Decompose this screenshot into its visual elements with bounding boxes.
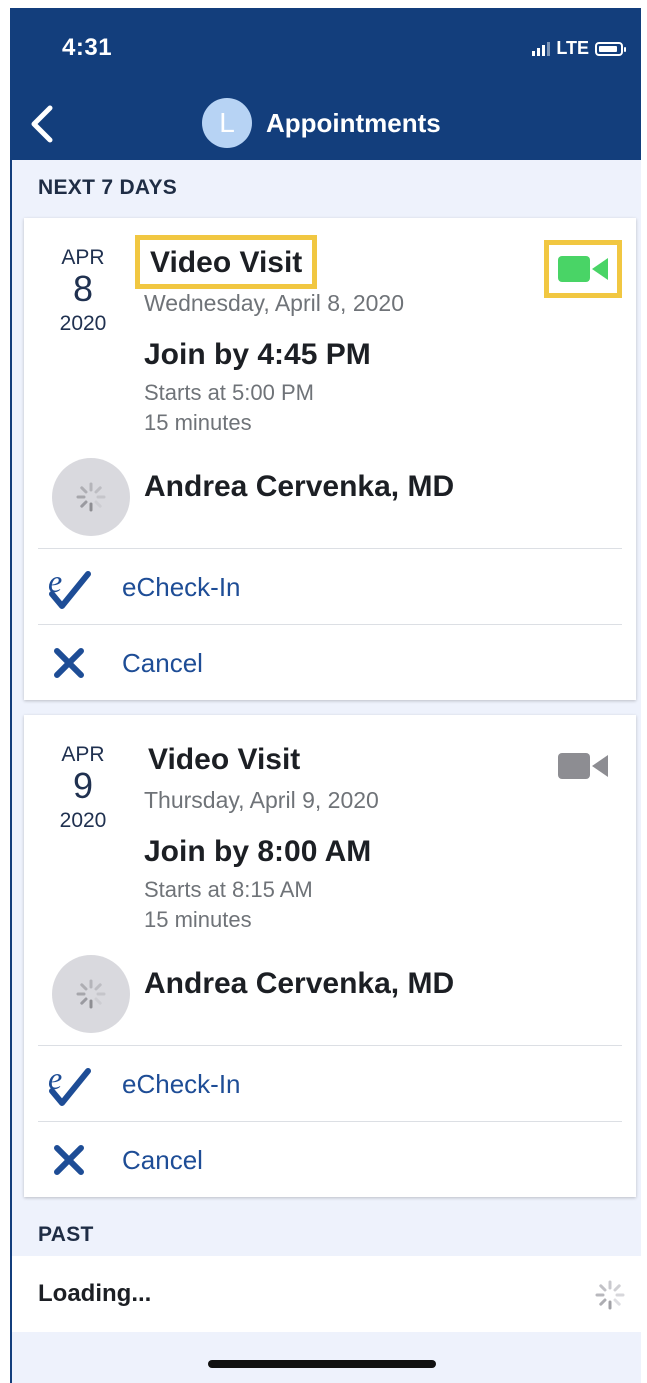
appointment-card[interactable]: APR 9 2020 Video Visit Thursday, April 9…: [24, 715, 636, 1197]
provider-name: Andrea Cervenka, MD: [144, 470, 455, 503]
date-day: 9: [72, 765, 94, 806]
provider-name: Andrea Cervenka, MD: [144, 967, 455, 1000]
loading-text: Loading...: [38, 1280, 152, 1307]
appointment-date: APR 9 2020: [50, 743, 116, 833]
date-month: APR: [61, 743, 105, 766]
loading-spinner-icon: [76, 979, 106, 1009]
video-camera-icon: [558, 256, 608, 282]
appointment-title: Video Visit: [134, 235, 318, 289]
echeckin-label: eCheck-In: [122, 571, 241, 602]
start-time: Starts at 5:00 PM: [144, 380, 314, 405]
app-screen: 4:31 LTE L Appointments NEXT 7 DAYS APR …: [10, 8, 641, 1383]
appointment-full-date: Wednesday, April 8, 2020: [144, 290, 404, 316]
provider-avatar: [52, 458, 130, 536]
provider-avatar: [52, 955, 130, 1033]
section-label-past: PAST: [38, 1223, 94, 1246]
date-month: APR: [61, 246, 105, 269]
echeckin-icon: e: [38, 562, 100, 612]
page-title-text: Appointments: [266, 107, 441, 138]
echeckin-label: eCheck-In: [122, 1068, 241, 1099]
page-title: L Appointments: [202, 98, 441, 148]
header-bar: 4:31 LTE L Appointments: [12, 8, 641, 160]
avatar[interactable]: L: [202, 98, 252, 148]
cancel-button[interactable]: Cancel: [38, 1121, 622, 1198]
home-indicator[interactable]: [208, 1360, 436, 1368]
join-by-time: Join by 4:45 PM: [144, 338, 371, 371]
loading-spinner-icon: [595, 1280, 625, 1310]
duration: 15 minutes: [144, 907, 252, 932]
join-by-time: Join by 8:00 AM: [144, 835, 372, 868]
echeckin-icon: e: [38, 1059, 100, 1109]
date-year: 2020: [59, 312, 107, 335]
echeckin-button[interactable]: e eCheck-In: [38, 548, 622, 625]
cancel-label: Cancel: [122, 1144, 203, 1175]
cancel-button[interactable]: Cancel: [38, 624, 622, 701]
echeckin-button[interactable]: e eCheck-In: [38, 1045, 622, 1122]
appointment-full-date: Thursday, April 9, 2020: [144, 787, 379, 813]
battery-icon: [595, 41, 626, 56]
appointment-title: Video Visit: [148, 743, 301, 776]
network-label: LTE: [556, 38, 589, 58]
cancel-label: Cancel: [122, 647, 203, 678]
video-camera-icon: [558, 753, 608, 779]
start-time: Starts at 8:15 AM: [144, 877, 313, 902]
past-appointments-row: Loading...: [12, 1256, 641, 1332]
close-icon: [38, 638, 100, 688]
back-button[interactable]: [26, 104, 62, 144]
section-label-next-7-days: NEXT 7 DAYS: [38, 176, 178, 199]
chevron-left-icon: [31, 105, 53, 143]
date-year: 2020: [59, 809, 107, 832]
video-call-button[interactable]: [544, 737, 622, 795]
loading-spinner-icon: [76, 482, 106, 512]
appointment-card[interactable]: APR 8 2020 Wednesday, April 8, 2020 Vide…: [24, 218, 636, 700]
signal-icon: [532, 41, 551, 56]
appointment-date: APR 8 2020: [50, 246, 116, 336]
date-day: 8: [72, 268, 94, 309]
video-call-button[interactable]: [544, 240, 622, 298]
status-time: 4:31: [62, 34, 113, 61]
status-indicators: LTE: [532, 38, 626, 59]
duration: 15 minutes: [144, 410, 252, 435]
close-icon: [38, 1135, 100, 1185]
